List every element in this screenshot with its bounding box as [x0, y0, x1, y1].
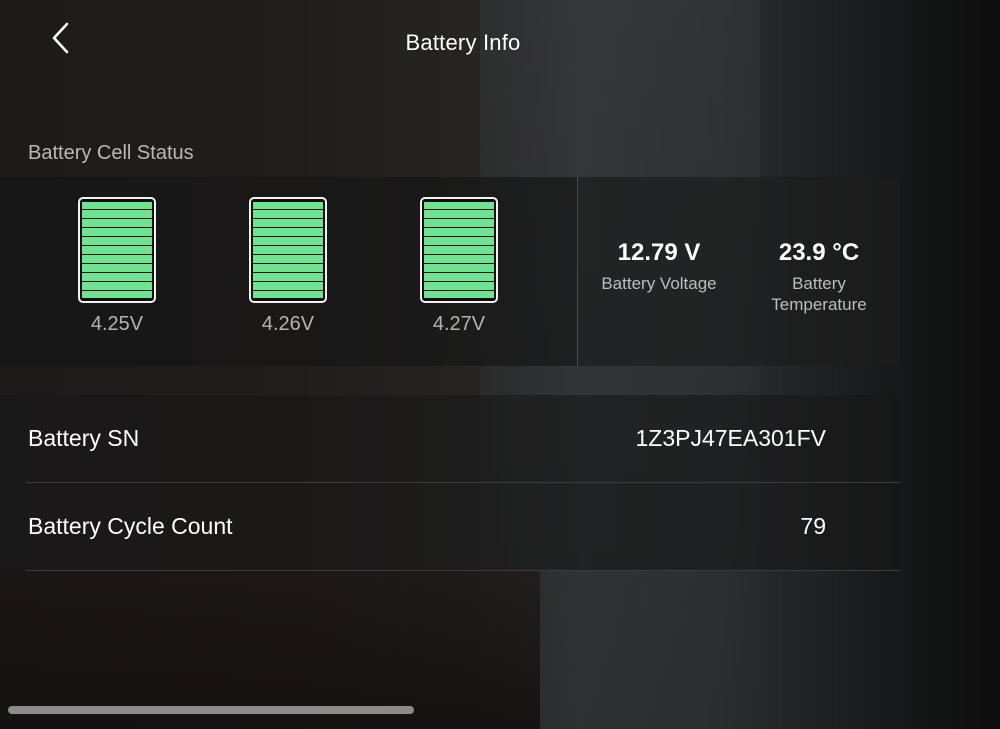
battery-cell-segment	[253, 237, 323, 246]
battery-cell-icon	[420, 197, 498, 303]
battery-cell-segment	[82, 228, 152, 237]
battery-cell-icon	[249, 197, 327, 303]
battery-cell-segment	[82, 272, 152, 281]
battery-cell-segment	[253, 219, 323, 228]
battery-cell-segment	[82, 254, 152, 263]
battery-cell-segment	[424, 237, 494, 246]
info-row-cycle-count: Battery Cycle Count 79	[26, 483, 900, 571]
battery-cell-2: 4.26V	[247, 197, 329, 336]
battery-cell-segment	[253, 272, 323, 281]
battery-cell-segment	[82, 246, 152, 254]
battery-cell-segment	[253, 210, 323, 219]
battery-info-list: Battery SN 1Z3PJ47EA301FV Battery Cycle …	[0, 395, 900, 571]
battery-cell-segment	[253, 254, 323, 263]
battery-cell-1: 4.25V	[76, 197, 158, 336]
battery-cell-segment	[82, 263, 152, 272]
battery-cell-segment	[424, 228, 494, 237]
battery-cell-segment	[82, 210, 152, 219]
battery-cell-segment	[253, 290, 323, 299]
battery-cell-segment	[424, 254, 494, 263]
info-row-value: 1Z3PJ47EA301FV	[635, 425, 826, 451]
battery-cell-segment	[424, 246, 494, 254]
horizontal-scrollbar[interactable]	[8, 706, 414, 714]
info-row-value: 79	[800, 513, 826, 539]
battery-temperature-value: 23.9 °C	[778, 239, 860, 266]
battery-cell-segment	[82, 281, 152, 290]
battery-cell-segment	[424, 263, 494, 272]
battery-temperature-stat: 23.9 °C Battery Temperature	[754, 239, 884, 315]
battery-cell-segment	[424, 219, 494, 228]
battery-cell-segment	[82, 219, 152, 228]
cell-voltage-label: 4.25V	[90, 313, 144, 335]
battery-cell-segment	[82, 201, 152, 210]
battery-cell-segment	[424, 210, 494, 219]
cell-status-panel: 4.25V 4.26V 4.27V	[0, 177, 577, 366]
battery-cell-segment	[424, 290, 494, 299]
battery-temperature-label-line2: Temperature	[771, 295, 867, 314]
cell-voltage-label: 4.26V	[261, 313, 315, 335]
battery-stats-panel: 12.79 V Battery Voltage 23.9 °C Battery …	[578, 177, 900, 366]
battery-cell-segment	[424, 201, 494, 210]
battery-voltage-stat: 12.79 V Battery Voltage	[592, 239, 726, 294]
battery-voltage-value: 12.79 V	[617, 239, 701, 266]
battery-cell-segment	[253, 201, 323, 210]
info-row-label: Battery Cycle Count	[28, 513, 233, 539]
cell-status-section-label: Battery Cell Status	[28, 142, 194, 164]
battery-cell-icon	[78, 197, 156, 303]
info-row-battery-sn: Battery SN 1Z3PJ47EA301FV	[26, 395, 900, 483]
battery-cell-segment	[424, 272, 494, 281]
battery-cell-segment	[424, 281, 494, 290]
battery-cell-3: 4.27V	[418, 197, 500, 336]
battery-cell-segment	[82, 290, 152, 299]
battery-temperature-label: Battery Temperature	[754, 273, 884, 315]
battery-cell-segment	[253, 228, 323, 237]
battery-cell-segment	[82, 237, 152, 246]
page-title: Battery Info	[405, 30, 521, 55]
battery-cell-segment	[253, 263, 323, 272]
battery-voltage-label: Battery Voltage	[601, 274, 717, 293]
battery-cell-segment	[253, 246, 323, 254]
info-row-label: Battery SN	[28, 425, 140, 451]
battery-temperature-label-line1: Battery	[792, 274, 846, 293]
battery-cell-segment	[253, 281, 323, 290]
cell-voltage-label: 4.27V	[432, 313, 486, 335]
